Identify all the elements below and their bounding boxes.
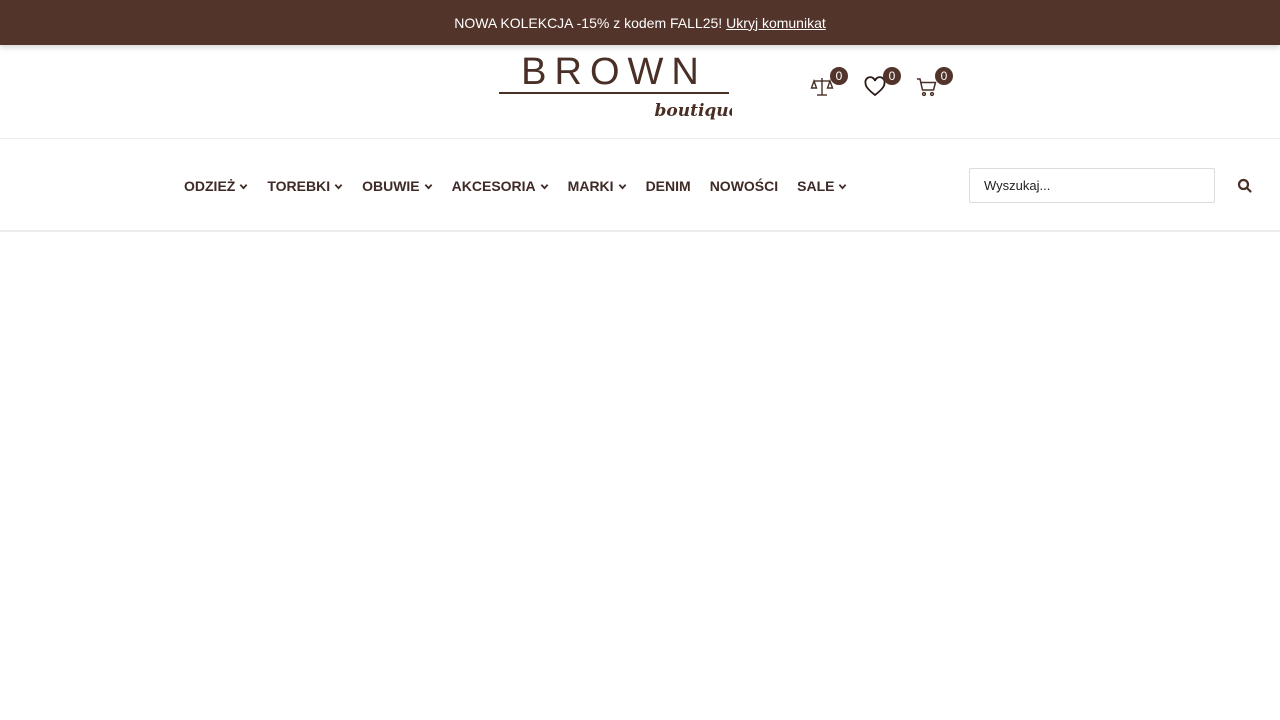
nav-item-denim[interactable]: DENIM [646,178,691,194]
compare-count-badge: 0 [830,67,848,85]
nav-item-label: ODZIEŻ [184,178,236,194]
announcement-bar: NOWA KOLEKCJA -15% z kodem FALL25! Ukryj… [0,0,1280,45]
nav-item-odzież[interactable]: ODZIEŻ [184,178,248,194]
nav-item-akcesoria[interactable]: AKCESORIA [452,178,549,194]
search-button[interactable] [1237,178,1253,194]
announcement-text: NOWA KOLEKCJA -15% z kodem FALL25! [454,14,723,31]
chevron-down-icon [240,183,248,189]
cart-count-badge: 0 [935,67,953,85]
nav-item-obuwie[interactable]: OBUWIE [362,178,433,194]
compare-button[interactable]: 0 [810,67,848,101]
svg-text:boutique: boutique [655,101,732,121]
brand-logo[interactable]: BROWN boutique [496,51,740,124]
nav-item-sale[interactable]: SALE [797,178,847,194]
wishlist-count-badge: 0 [883,67,901,85]
wishlist-button[interactable]: 0 [863,67,901,101]
nav-item-label: OBUWIE [362,178,420,194]
chevron-down-icon [839,183,847,189]
nav-item-marki[interactable]: MARKI [568,178,627,194]
chevron-down-icon [540,183,548,189]
chevron-down-icon [424,183,432,189]
search-icon [1237,178,1252,193]
nav-item-torebki[interactable]: TOREBKI [267,178,343,194]
nav-item-label: AKCESORIA [451,178,536,194]
nav-item-nowości[interactable]: NOWOŚCI [710,178,778,194]
nav-item-label: MARKI [567,178,614,194]
cart-button[interactable]: 0 [915,67,953,101]
svg-text:BROWN: BROWN [521,52,707,93]
nav-item-label: DENIM [645,178,691,194]
hide-announcement-link[interactable]: Ukryj komunikat [726,15,826,31]
nav-menu: ODZIEŻ TOREBKI OBUWIE AKCESORIA MARKI DENIM NO… [184,140,866,232]
nav-item-label: TOREBKI [267,178,331,194]
nav-item-label: SALE [797,178,835,194]
site-header: BROWN boutique 0 0 0 [0,45,1280,139]
chevron-down-icon [618,183,626,189]
chevron-down-icon [334,183,343,189]
main-navigation: ODZIEŻ TOREBKI OBUWIE AKCESORIA MARKI DENIM NO… [0,140,1280,232]
nav-item-label: NOWOŚCI [709,178,779,194]
search-input[interactable] [969,168,1215,203]
